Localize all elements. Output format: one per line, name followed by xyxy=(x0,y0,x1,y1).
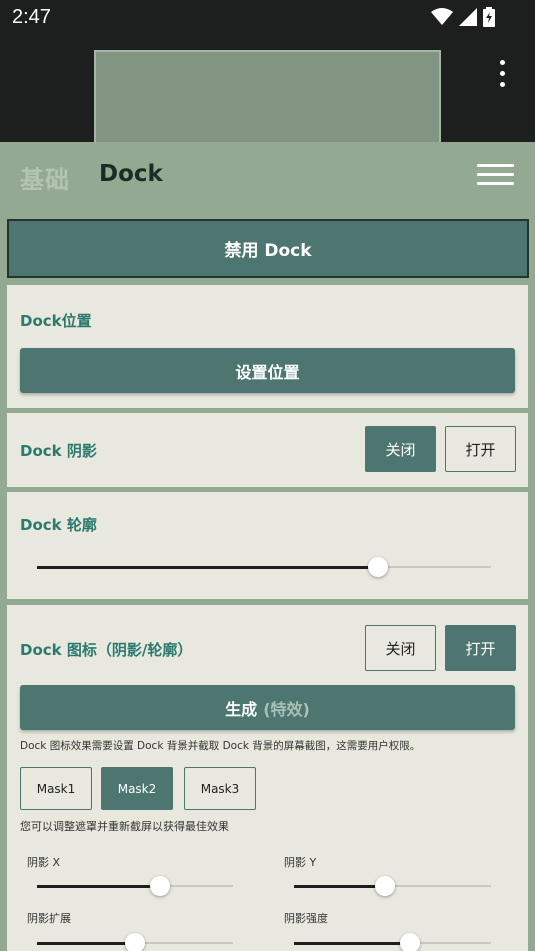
shadow-y-slider-fill xyxy=(294,884,385,888)
shadow-spread-label: 阴影扩展 xyxy=(27,912,71,925)
shadow-spread-slider-fill xyxy=(37,941,135,945)
shadow-x-label: 阴影 X xyxy=(27,856,61,869)
shadow-on-button[interactable]: 打开 xyxy=(445,426,516,472)
system-icons xyxy=(431,7,495,27)
outline-slider-thumb[interactable] xyxy=(367,557,388,577)
set-position-button[interactable]: 设置位置 xyxy=(20,348,515,393)
outline-slider-fill xyxy=(37,565,378,569)
shadow-spread-slider[interactable] xyxy=(37,933,233,951)
outline-slider[interactable] xyxy=(37,557,491,577)
shadow-y-slider[interactable] xyxy=(294,876,491,896)
status-bar: 2:47 xyxy=(0,0,535,144)
shadow-strength-slider-fill xyxy=(294,941,411,945)
tab-basic[interactable]: 基础 xyxy=(20,160,70,195)
mask2-button[interactable]: Mask2 xyxy=(101,767,173,810)
shadow-strength-label: 阴影强度 xyxy=(284,912,328,925)
icon-note: Dock 图标效果需要设置 Dock 背景并截取 Dock 背景的屏幕截图，这需… xyxy=(20,740,421,752)
generate-button[interactable]: 生成 (特效) xyxy=(20,685,515,730)
outline-card: Dock 轮廓 xyxy=(7,492,528,599)
hamburger-menu-icon[interactable] xyxy=(477,164,514,191)
shadow-card: Dock 阴影 关闭 打开 xyxy=(7,413,528,487)
shadow-x-slider[interactable] xyxy=(37,876,233,896)
mask3-button[interactable]: Mask3 xyxy=(184,767,256,810)
clock: 2:47 xyxy=(12,6,51,28)
icon-card: Dock 图标（阴影/轮廓） 关闭 打开 生成 (特效) Dock 图标效果需要… xyxy=(7,605,528,951)
icon-label: Dock 图标（阴影/轮廓） xyxy=(20,641,193,659)
shadow-strength-slider-thumb[interactable] xyxy=(400,933,421,951)
tab-dock[interactable]: Dock xyxy=(99,161,163,187)
more-options-icon[interactable] xyxy=(500,60,506,93)
generate-suffix: (特效) xyxy=(263,699,310,719)
icon-on-button[interactable]: 打开 xyxy=(445,625,516,671)
wifi-icon xyxy=(431,8,453,25)
shadow-y-label: 阴影 Y xyxy=(284,856,317,869)
shadow-x-slider-thumb[interactable] xyxy=(150,876,171,896)
generate-label: 生成 xyxy=(225,699,258,719)
shadow-label: Dock 阴影 xyxy=(20,442,97,460)
outline-label: Dock 轮廓 xyxy=(20,516,97,534)
shadow-strength-slider[interactable] xyxy=(294,933,491,951)
header: 基础 Dock xyxy=(0,142,535,207)
signal-icon xyxy=(459,8,477,26)
shadow-y-slider-thumb[interactable] xyxy=(374,876,395,896)
mask-note: 您可以调整遮罩并重新截屏以获得最佳效果 xyxy=(20,820,229,833)
icon-off-button[interactable]: 关闭 xyxy=(365,625,436,671)
disable-dock-button[interactable]: 禁用 Dock xyxy=(7,219,529,278)
mask1-button[interactable]: Mask1 xyxy=(20,767,92,810)
shadow-x-slider-fill xyxy=(37,884,161,888)
shadow-off-button[interactable]: 关闭 xyxy=(365,426,436,472)
position-label: Dock位置 xyxy=(20,312,92,330)
shadow-spread-slider-thumb[interactable] xyxy=(125,933,145,951)
battery-icon xyxy=(483,7,495,27)
position-card: Dock位置 设置位置 xyxy=(7,285,528,408)
dock-preview xyxy=(94,50,441,144)
